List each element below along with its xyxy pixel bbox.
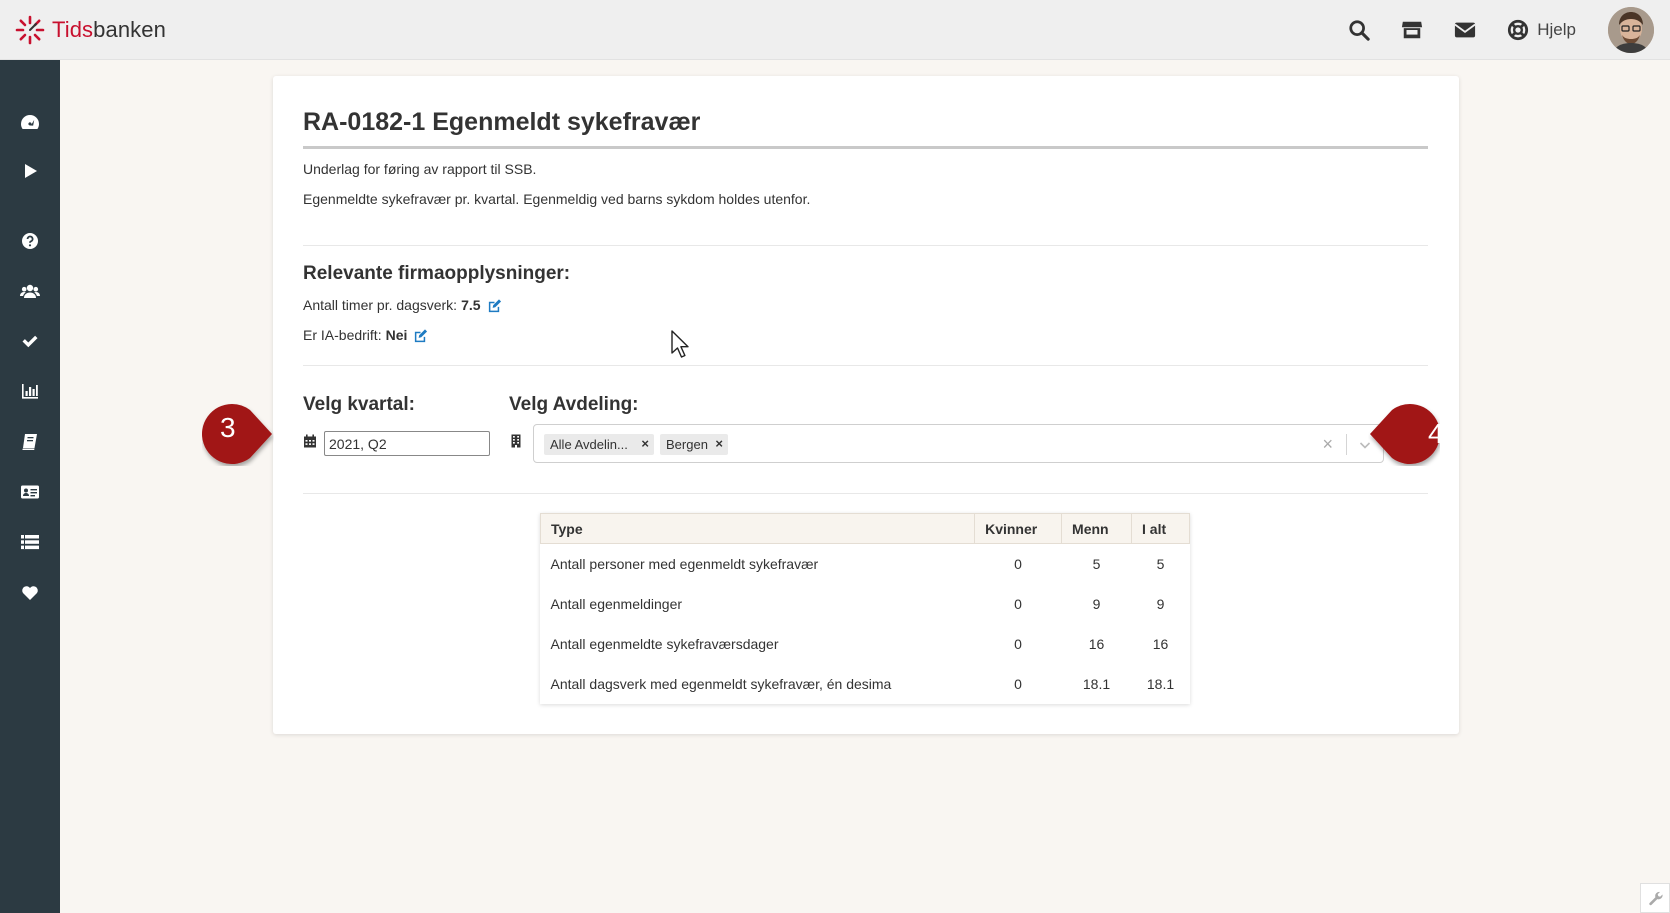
sidebar — [0, 60, 60, 913]
help-label: Hjelp — [1537, 20, 1576, 39]
logo[interactable]: Tidsbanken — [14, 13, 166, 47]
row-men: 16 — [1088, 635, 1105, 652]
row-women: 0 — [1014, 635, 1022, 652]
mouse-cursor-icon — [671, 330, 691, 358]
check-icon[interactable] — [20, 331, 40, 351]
row-total: 9 — [1156, 595, 1165, 612]
header-women[interactable]: Kvinner — [974, 513, 1063, 544]
mail-icon[interactable] — [1454, 19, 1476, 41]
row-type: Antall egenmeldinger — [550, 595, 683, 612]
department-multiselect[interactable]: Alle Avdelin... × Bergen × × — [533, 424, 1384, 463]
row-women: 0 — [1014, 595, 1022, 612]
step-marker-3 — [202, 402, 274, 466]
settings-wrench-button[interactable] — [1640, 883, 1670, 913]
table-row: Antall egenmeldinger 0 9 9 — [541, 584, 1190, 624]
ia-company-row: Er IA-bedrift: Nei — [303, 327, 428, 343]
edit-icon[interactable] — [487, 298, 502, 313]
row-type: Antall dagsverk med egenmeldt sykefravær… — [550, 675, 892, 692]
clear-all-icon[interactable]: × — [1322, 434, 1333, 454]
row-total: 18.1 — [1146, 675, 1175, 692]
building-icon — [509, 434, 523, 448]
list-icon[interactable] — [20, 532, 40, 552]
step-marker-3-number: 3 — [220, 412, 236, 443]
sick-leave-table: Type Kvinner Menn I alt Antall personer … — [539, 513, 1190, 704]
quarter-input[interactable] — [324, 431, 490, 456]
row-men: 9 — [1092, 595, 1101, 612]
hours-value: 7.5 — [461, 297, 481, 313]
calendar-icon — [303, 434, 317, 448]
title-divider — [303, 146, 1428, 149]
select-separator — [1346, 434, 1347, 455]
logo-text: Tidsbanken — [52, 17, 166, 43]
avatar[interactable] — [1608, 7, 1654, 53]
help-menu[interactable]: Hjelp — [1507, 19, 1576, 41]
department-label: Velg Avdeling: — [509, 394, 639, 415]
dashboard-icon[interactable] — [20, 112, 40, 132]
row-women: 0 — [1014, 555, 1022, 572]
users-icon[interactable] — [20, 281, 40, 301]
question-icon[interactable] — [20, 231, 40, 251]
play-icon[interactable] — [20, 161, 40, 181]
logo-mark-icon — [15, 15, 45, 45]
remove-chip-icon[interactable]: × — [641, 436, 649, 451]
section-divider — [303, 245, 1428, 246]
book-icon[interactable] — [20, 432, 40, 452]
quarter-label: Velg kvartal: — [303, 394, 415, 415]
lifebuoy-icon — [1508, 19, 1529, 41]
section-divider — [303, 365, 1428, 366]
top-icons: Hjelp — [1348, 0, 1670, 60]
row-total: 5 — [1156, 555, 1165, 572]
table-header-row: Type Kvinner Menn I alt — [539, 513, 1190, 544]
header-men[interactable]: Menn — [1061, 513, 1132, 544]
step-marker-4-number: 4 — [1428, 418, 1444, 449]
description-line-2: Egenmeldte sykefravær pr. kvartal. Egenm… — [303, 191, 811, 207]
row-type: Antall personer med egenmeldt sykefravær — [550, 555, 819, 572]
id-card-icon[interactable] — [20, 482, 40, 502]
row-type: Antall egenmeldte sykefraværsdager — [550, 635, 779, 652]
row-men: 5 — [1092, 555, 1101, 572]
department-chip: Bergen × — [660, 434, 728, 455]
department-chip-label: Alle Avdelin... — [550, 437, 628, 452]
header-total[interactable]: I alt — [1131, 513, 1190, 544]
row-women: 0 — [1014, 675, 1022, 692]
page-title: RA-0182-1 Egenmeldt sykefravær — [303, 108, 701, 136]
header-type[interactable]: Type — [539, 513, 976, 544]
ia-label: Er IA-bedrift: — [303, 327, 382, 343]
section-divider — [303, 493, 1428, 494]
edit-icon[interactable] — [413, 328, 428, 343]
bar-chart-icon[interactable] — [20, 381, 40, 401]
description-line-1: Underlag for føring av rapport til SSB. — [303, 161, 537, 177]
row-total: 16 — [1152, 635, 1169, 652]
wrench-icon — [1649, 891, 1663, 906]
table-row: Antall dagsverk med egenmeldt sykefravær… — [541, 664, 1190, 704]
ia-value: Nei — [385, 327, 408, 343]
logo-suffix: banken — [93, 17, 166, 42]
table-row: Antall personer med egenmeldt sykefravær… — [541, 544, 1190, 584]
table-row: Antall egenmeldte sykefraværsdager 0 16 … — [541, 624, 1190, 664]
top-bar: Tidsbanken Hjelp — [0, 0, 1670, 60]
store-icon[interactable] — [1401, 19, 1423, 41]
heart-icon[interactable] — [20, 582, 40, 602]
department-chip: Alle Avdelin... × — [544, 434, 654, 455]
company-info-heading: Relevante firmaopplysninger: — [303, 263, 571, 284]
department-chip-label: Bergen — [666, 437, 708, 452]
search-icon[interactable] — [1348, 19, 1370, 41]
hours-per-day-row: Antall timer pr. dagsverk: 7.5 — [303, 297, 502, 313]
row-men: 18.1 — [1082, 675, 1111, 692]
hours-label: Antall timer pr. dagsverk: — [303, 297, 458, 313]
remove-chip-icon[interactable]: × — [715, 436, 723, 451]
logo-prefix: Tids — [52, 17, 94, 42]
